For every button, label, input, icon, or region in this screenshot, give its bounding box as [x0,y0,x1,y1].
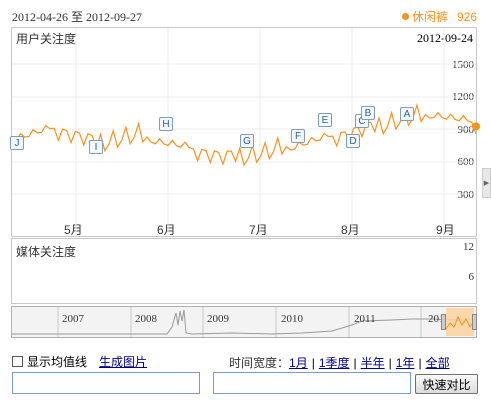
show-average-label: 显示均值线 [27,355,88,369]
event-marker-b[interactable]: B [361,106,375,120]
data-point [472,122,480,131]
range-1-year[interactable]: 1年 [396,354,415,371]
media-y-tick-6: 6 [468,271,475,283]
event-marker-i[interactable]: I [89,140,103,154]
time-width-label: 时间宽度： [229,356,290,370]
year-2010: 2010 [281,313,303,325]
scroller-left-handle[interactable] [441,314,446,330]
compare-keyword-input-2[interactable] [213,372,411,394]
expand-arrow-icon[interactable]: ▶ [482,168,491,198]
event-marker-e[interactable]: E [318,113,332,127]
media-attention-title: 媒体关注度 [16,245,77,259]
show-average-checkbox[interactable] [12,356,23,367]
separator: | [353,355,357,370]
event-marker-j[interactable]: J [10,136,24,150]
year-2008: 2008 [135,313,157,325]
show-average-row[interactable]: 显示均值线 [12,353,87,370]
range-1-month[interactable]: 1月 [289,354,308,371]
separator: | [418,355,422,370]
time-width-row: 时间宽度： 1月 | 1季度 | 半年 | 1年 | 全部 [229,354,450,371]
separator: | [311,355,315,370]
compare-keyword-input-1[interactable] [12,372,200,394]
event-marker-d[interactable]: D [346,134,360,148]
scroller-right-handle[interactable] [472,314,477,330]
media-y-tick-12: 12 [463,241,474,253]
year-2011: 2011 [354,313,376,325]
generate-image-link[interactable]: 生成图片 [99,353,147,370]
year-2007: 2007 [62,313,84,325]
event-marker-a[interactable]: A [400,107,414,121]
year-2009: 2009 [207,313,229,325]
main-chart-svg [11,28,480,303]
event-marker-g[interactable]: G [240,134,254,148]
media-attention-chart [11,238,477,304]
range-1-quarter[interactable]: 1季度 [319,354,350,371]
range-all[interactable]: 全部 [426,354,450,371]
quick-compare-button[interactable]: 快速对比 [415,374,478,394]
event-marker-h[interactable]: H [159,117,173,131]
range-half-year[interactable]: 半年 [361,354,385,371]
event-marker-f[interactable]: F [291,129,305,143]
separator: | [388,355,392,370]
